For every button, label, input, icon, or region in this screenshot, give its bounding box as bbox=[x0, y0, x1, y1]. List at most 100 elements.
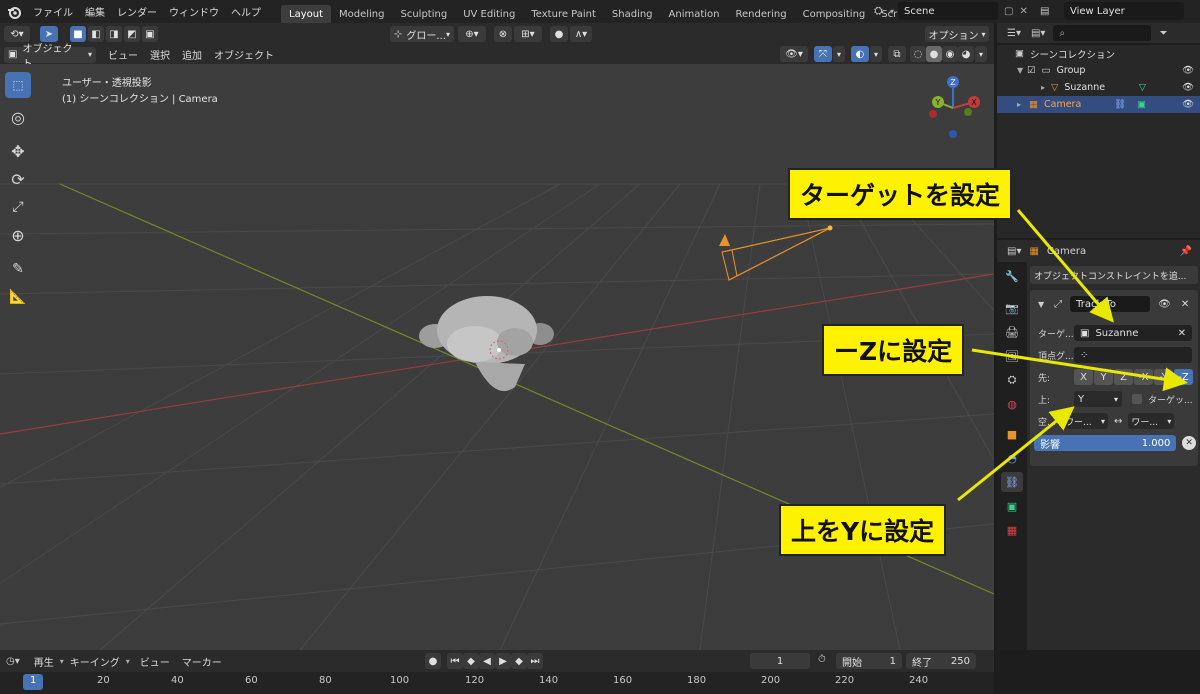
menu-render[interactable]: レンダー bbox=[111, 4, 163, 19]
expand-arrow-icon[interactable]: ▸ bbox=[1041, 83, 1051, 92]
world-tab-icon[interactable]: ◍ bbox=[1001, 394, 1023, 414]
gizmo-toggle[interactable]: ⤧ bbox=[814, 46, 832, 62]
eye-icon[interactable]: 👁 bbox=[1182, 82, 1194, 93]
axis-neg-z-button[interactable]: -Z bbox=[1174, 369, 1193, 385]
constraint-name-field[interactable]: Track To bbox=[1070, 296, 1151, 312]
owner-space-dropdown[interactable]: ワー... ▾ bbox=[1062, 413, 1108, 429]
navigation-gizmo[interactable]: Z Y X bbox=[918, 72, 988, 152]
view-layer-field[interactable]: View Layer bbox=[1064, 2, 1184, 20]
add-constraint-dropdown[interactable]: オブジェクトコンストレイントを追... bbox=[1030, 266, 1198, 284]
eye-icon[interactable]: 👁 bbox=[1182, 99, 1194, 110]
texture-tab-icon[interactable]: ▦ bbox=[1001, 520, 1023, 540]
view-layer-tab-icon[interactable]: 🖼 bbox=[1001, 346, 1023, 366]
menu-edit[interactable]: 編集 bbox=[79, 4, 111, 19]
properties-editor-icon[interactable]: ▤▾ bbox=[1007, 246, 1021, 257]
options-dropdown[interactable]: オプション ▾ bbox=[925, 26, 989, 42]
vertex-group-field[interactable]: ⁘ bbox=[1074, 347, 1192, 363]
prev-keyframe-button[interactable]: ◆ bbox=[463, 653, 479, 669]
menu-view[interactable]: ビュー bbox=[102, 47, 144, 62]
constraint-tab-icon[interactable]: ⛓ bbox=[1001, 472, 1023, 492]
tab-sculpting[interactable]: Sculpting bbox=[393, 5, 456, 23]
shading-options-dropdown[interactable]: ▾ bbox=[975, 46, 987, 62]
select-box-tool[interactable]: ⬚ bbox=[5, 72, 31, 98]
axis-y-button[interactable]: Y bbox=[1094, 369, 1113, 385]
tab-modeling[interactable]: Modeling bbox=[331, 5, 393, 23]
orientation-dropdown[interactable]: ⊹ グロー... ▾ bbox=[390, 26, 454, 42]
move-tool[interactable]: ✥ bbox=[5, 138, 31, 164]
current-frame-field[interactable]: 1 bbox=[750, 653, 810, 669]
jump-end-button[interactable]: ⏭ bbox=[527, 653, 543, 669]
scale-tool[interactable]: ⤢ bbox=[5, 194, 31, 220]
select-subtract-icon[interactable]: ◨ bbox=[106, 26, 122, 42]
clear-icon[interactable]: ✕ bbox=[1178, 328, 1186, 339]
menu-timeline-view[interactable]: ビュー bbox=[134, 654, 176, 669]
measure-tool[interactable]: 📐 bbox=[5, 284, 31, 310]
tab-compositing[interactable]: Compositing bbox=[795, 5, 874, 23]
menu-add[interactable]: 追加 bbox=[176, 47, 208, 62]
camera-data-tab-icon[interactable]: ▣ bbox=[1001, 496, 1023, 516]
cursor-tool[interactable]: ◎ bbox=[5, 104, 31, 130]
jump-start-button[interactable]: ⏮ bbox=[447, 653, 463, 669]
transform-tool[interactable]: ⊕ bbox=[5, 222, 31, 248]
target-field[interactable]: ▣ Suzanne ✕ bbox=[1074, 325, 1192, 341]
menu-object[interactable]: オブジェクト bbox=[208, 47, 280, 62]
scene-name-field[interactable]: Scene bbox=[898, 2, 999, 20]
pivot-dropdown[interactable]: ⊕▾ bbox=[458, 26, 486, 42]
axis-z-button[interactable]: Z bbox=[1114, 369, 1133, 385]
menu-file[interactable]: ファイル bbox=[27, 4, 79, 19]
scene-tab-icon[interactable]: ⛭ bbox=[1001, 370, 1023, 390]
overlay-toggle[interactable]: ◐ bbox=[851, 46, 869, 62]
funnel-icon[interactable]: ⏷ bbox=[1159, 28, 1167, 39]
scene-selector[interactable]: ⛭ ▾ Scene ▢ ✕ bbox=[874, 2, 1028, 20]
outliner-filter-icon[interactable]: ▤▾ bbox=[1031, 28, 1045, 39]
outliner-root[interactable]: ▣ シーンコレクション bbox=[997, 45, 1200, 62]
menu-select[interactable]: 選択 bbox=[144, 47, 176, 62]
eye-icon[interactable]: 👁 bbox=[1182, 65, 1194, 76]
target-z-checkbox[interactable] bbox=[1132, 394, 1142, 404]
camera-object[interactable] bbox=[705, 214, 835, 294]
solid-shading-button[interactable]: ● bbox=[926, 46, 942, 62]
timeline-editor-icon[interactable]: ◷▾ bbox=[6, 656, 20, 667]
axis-x-button[interactable]: X bbox=[1074, 369, 1093, 385]
object-tab-icon[interactable]: ■ bbox=[1001, 424, 1023, 444]
target-space-dropdown[interactable]: ワー... ▾ bbox=[1128, 413, 1175, 429]
xray-toggle[interactable]: ⧉ bbox=[888, 46, 906, 62]
collapse-arrow-icon[interactable]: ▼ bbox=[1038, 300, 1044, 309]
tab-texture-paint[interactable]: Texture Paint bbox=[523, 5, 604, 23]
select-intersect-icon[interactable]: ▣ bbox=[142, 26, 158, 42]
eye-icon[interactable]: 👁 bbox=[1158, 299, 1171, 310]
close-icon[interactable]: ✕ bbox=[1181, 299, 1189, 310]
checkbox-icon[interactable]: ☑ bbox=[1027, 65, 1036, 76]
tab-rendering[interactable]: Rendering bbox=[728, 5, 795, 23]
mode-dropdown[interactable]: ▣ オブジェクト... ▾ bbox=[4, 44, 96, 70]
influence-slider[interactable]: 影響 1.000 bbox=[1034, 435, 1177, 451]
select-invert-icon[interactable]: ◩ bbox=[124, 26, 140, 42]
axis-neg-y-button[interactable]: -Y bbox=[1154, 369, 1173, 385]
start-frame-field[interactable]: 開始 1 bbox=[836, 653, 902, 669]
outliner-search-input[interactable]: ⌕ bbox=[1053, 25, 1152, 41]
render-tab-icon[interactable]: 📷 bbox=[1001, 298, 1023, 318]
gizmo-dropdown[interactable]: ▾ bbox=[833, 46, 845, 62]
menu-help[interactable]: ヘルプ bbox=[225, 4, 267, 19]
tool-tab-icon[interactable]: 🔧 bbox=[1001, 266, 1023, 286]
outliner-item-camera[interactable]: ▸ ▦ Camera ⛓ ▣ 👁 bbox=[997, 96, 1200, 113]
overlay-dropdown[interactable]: ▾ bbox=[870, 46, 882, 62]
suzanne-mesh[interactable] bbox=[415, 292, 565, 412]
expand-arrow-icon[interactable]: ▸ bbox=[1017, 100, 1029, 109]
stopwatch-icon[interactable]: ⏱ bbox=[818, 654, 826, 665]
menu-marker[interactable]: マーカー bbox=[176, 654, 228, 669]
rotate-tool[interactable]: ⟳ bbox=[5, 166, 31, 192]
menu-window[interactable]: ウィンドウ bbox=[163, 4, 225, 19]
outliner-editor-icon[interactable]: ☰▾ bbox=[1007, 28, 1021, 39]
scene-close-icon[interactable]: ✕ bbox=[1019, 6, 1027, 17]
rendered-shading-button[interactable]: ◕ bbox=[958, 46, 974, 62]
disable-keep-icon[interactable]: ✕ bbox=[1182, 436, 1196, 450]
tab-animation[interactable]: Animation bbox=[661, 5, 728, 23]
select-extend-icon[interactable]: ◧ bbox=[88, 26, 104, 42]
falloff-dropdown[interactable]: ∧▾ bbox=[570, 26, 592, 42]
menu-keying[interactable]: キーイング bbox=[64, 654, 126, 669]
outliner-item-group[interactable]: ▼ ☑ ▭ Group 👁 bbox=[997, 62, 1200, 79]
visibility-dropdown[interactable]: 👁▾ bbox=[780, 46, 808, 62]
axis-neg-x-button[interactable]: -X bbox=[1134, 369, 1153, 385]
tab-shading[interactable]: Shading bbox=[604, 5, 661, 23]
